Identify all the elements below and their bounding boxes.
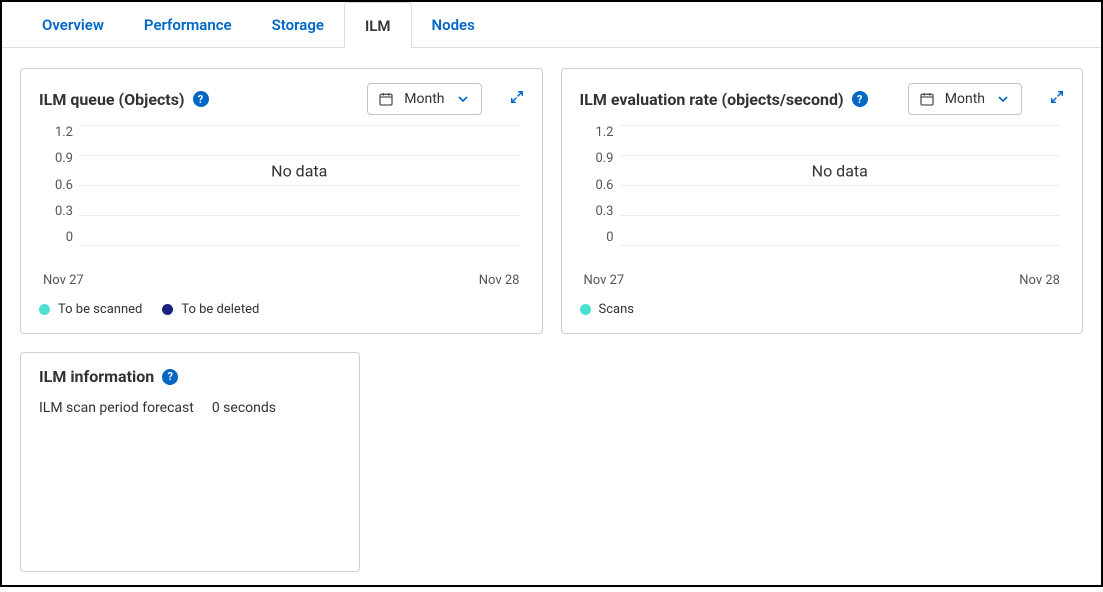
x-tick-end: Nov 28 xyxy=(479,273,520,288)
time-range-dropdown[interactable]: Month xyxy=(908,83,1022,115)
legend-item-deleted: To be deleted xyxy=(162,302,259,317)
tab-storage[interactable]: Storage xyxy=(252,2,344,47)
help-icon[interactable]: ? xyxy=(193,91,209,107)
legend-item-scanned: To be scanned xyxy=(39,302,142,317)
y-tick: 0.6 xyxy=(39,178,73,193)
info-row: ILM scan period forecast 0 seconds xyxy=(39,400,341,416)
tab-overview[interactable]: Overview xyxy=(22,2,124,47)
x-tick-start: Nov 27 xyxy=(584,273,625,288)
chart-ilm-rate: 1.2 0.9 0.6 0.3 0 No data xyxy=(580,125,1065,265)
y-tick: 0.9 xyxy=(580,151,614,166)
info-label: ILM scan period forecast xyxy=(39,400,194,416)
help-icon[interactable]: ? xyxy=(852,91,868,107)
expand-icon[interactable] xyxy=(1050,90,1064,108)
x-tick-start: Nov 27 xyxy=(43,273,84,288)
card-ilm-info: ILM information ? ILM scan period foreca… xyxy=(20,352,360,572)
help-icon[interactable]: ? xyxy=(162,369,178,385)
legend-label: To be deleted xyxy=(181,302,259,317)
card-title: ILM information xyxy=(39,367,154,386)
x-tick-end: Nov 28 xyxy=(1019,273,1060,288)
chevron-down-icon xyxy=(455,91,471,107)
chart-ilm-queue: 1.2 0.9 0.6 0.3 0 No data xyxy=(39,125,524,265)
chart-legend: Scans xyxy=(580,302,1065,317)
y-tick: 1.2 xyxy=(39,125,73,140)
info-value: 0 seconds xyxy=(212,400,276,416)
y-tick: 0 xyxy=(39,230,73,245)
no-data-label: No data xyxy=(271,161,327,180)
time-range-dropdown[interactable]: Month xyxy=(367,83,481,115)
calendar-icon xyxy=(919,91,935,107)
tab-ilm[interactable]: ILM xyxy=(344,2,412,48)
card-title: ILM evaluation rate (objects/second) xyxy=(580,90,844,109)
tab-performance[interactable]: Performance xyxy=(124,2,252,47)
legend-item-scans: Scans xyxy=(580,302,634,317)
legend-label: To be scanned xyxy=(58,302,142,317)
dropdown-label: Month xyxy=(945,91,985,107)
swatch-icon xyxy=(580,304,591,315)
expand-icon[interactable] xyxy=(510,90,524,108)
y-tick: 0.9 xyxy=(39,151,73,166)
y-tick: 0.3 xyxy=(39,204,73,219)
y-tick: 0.6 xyxy=(580,178,614,193)
calendar-icon xyxy=(378,91,394,107)
content-area: ILM queue (Objects) ? Month 1.2 0.9 0.6 … xyxy=(2,48,1101,592)
no-data-label: No data xyxy=(812,161,868,180)
dropdown-label: Month xyxy=(404,91,444,107)
chevron-down-icon xyxy=(995,91,1011,107)
legend-label: Scans xyxy=(599,302,634,317)
swatch-icon xyxy=(162,304,173,315)
tab-bar: Overview Performance Storage ILM Nodes xyxy=(2,2,1101,48)
chart-legend: To be scanned To be deleted xyxy=(39,302,524,317)
card-ilm-queue: ILM queue (Objects) ? Month 1.2 0.9 0.6 … xyxy=(20,68,543,334)
y-tick: 0.3 xyxy=(580,204,614,219)
y-tick: 1.2 xyxy=(580,125,614,140)
swatch-icon xyxy=(39,304,50,315)
card-ilm-rate: ILM evaluation rate (objects/second) ? M… xyxy=(561,68,1084,334)
card-title: ILM queue (Objects) xyxy=(39,90,185,109)
tab-nodes[interactable]: Nodes xyxy=(412,2,495,47)
y-tick: 0 xyxy=(580,230,614,245)
